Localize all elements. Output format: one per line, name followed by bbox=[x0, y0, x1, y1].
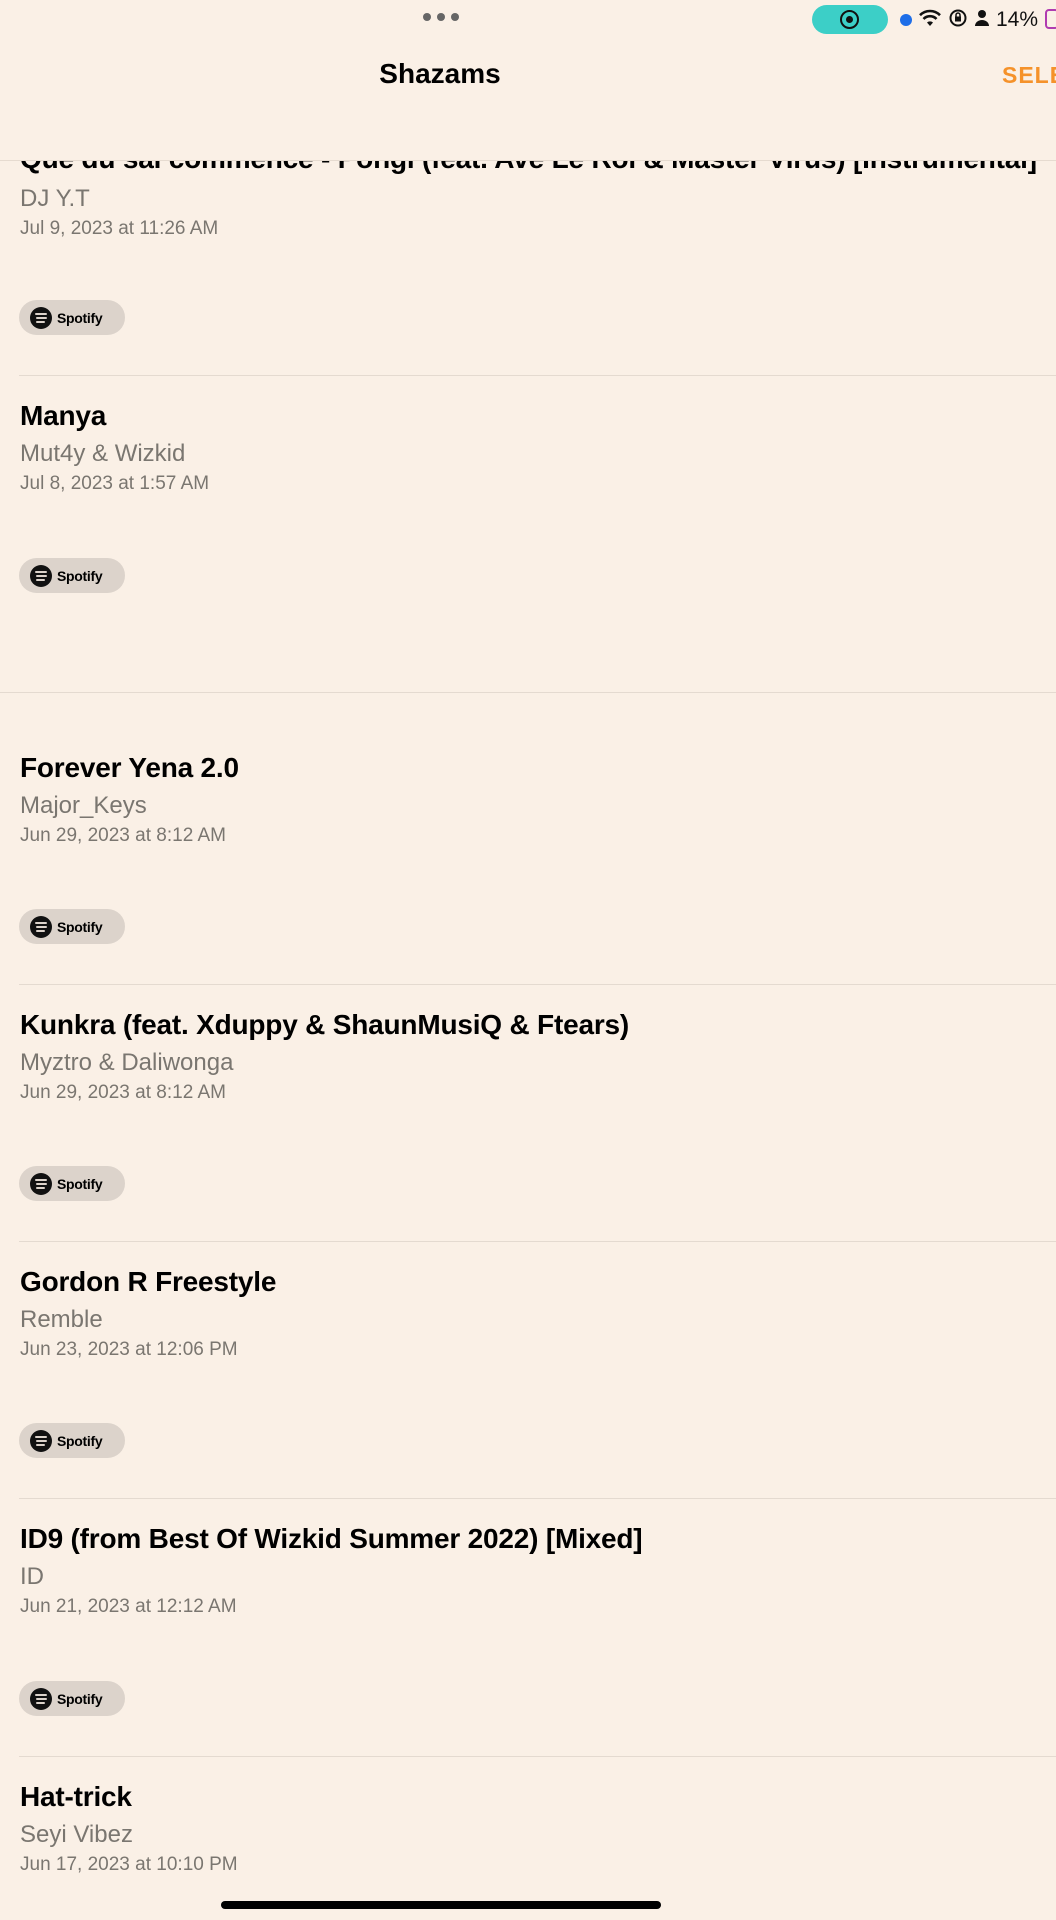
screen-recording-indicator[interactable] bbox=[812, 5, 888, 34]
spotify-button[interactable]: Spotify bbox=[19, 558, 125, 593]
song-artist: Mut4y & Wizkid bbox=[20, 440, 186, 467]
shazam-date: Jun 29, 2023 at 8:12 AM bbox=[20, 1082, 226, 1103]
divider bbox=[0, 692, 1056, 693]
spotify-icon bbox=[30, 306, 52, 329]
lock-rotation-icon bbox=[948, 8, 968, 33]
shazam-date: Jun 21, 2023 at 12:12 AM bbox=[20, 1596, 237, 1617]
wifi-icon bbox=[918, 8, 942, 33]
divider bbox=[19, 984, 1056, 985]
song-artist: ID bbox=[20, 1563, 44, 1590]
spotify-icon bbox=[30, 564, 52, 587]
divider bbox=[19, 1241, 1056, 1242]
battery-percent: 14% bbox=[996, 8, 1039, 31]
song-artist: Seyi Vibez bbox=[20, 1821, 133, 1848]
song-title: Gordon R Freestyle bbox=[20, 1266, 277, 1297]
shazam-date: Jul 9, 2023 at 11:26 AM bbox=[20, 218, 219, 239]
shazam-date: Jun 17, 2023 at 10:10 PM bbox=[20, 1854, 238, 1875]
spotify-button[interactable]: Spotify bbox=[19, 1166, 125, 1201]
song-title: Forever Yena 2.0 bbox=[20, 752, 239, 783]
shazam-date: Jul 8, 2023 at 1:57 AM bbox=[20, 473, 210, 494]
shazam-date: Jun 23, 2023 at 12:06 PM bbox=[20, 1339, 238, 1360]
divider bbox=[19, 1756, 1056, 1757]
song-artist: Myztro & Daliwonga bbox=[20, 1049, 234, 1076]
navigation-bar: Shazams SELE bbox=[0, 44, 1056, 161]
spotify-label: Spotify bbox=[57, 1175, 103, 1192]
spotify-label: Spotify bbox=[57, 1432, 103, 1449]
song-artist: DJ Y.T bbox=[20, 185, 90, 212]
spotify-label: Spotify bbox=[57, 309, 103, 326]
spotify-button[interactable]: Spotify bbox=[19, 1423, 125, 1458]
song-title: ID9 (from Best Of Wizkid Summer 2022) [M… bbox=[20, 1523, 643, 1554]
spotify-button[interactable]: Spotify bbox=[19, 909, 125, 944]
status-bar: 14% bbox=[0, 0, 1056, 44]
shazam-date: Jun 29, 2023 at 8:12 AM bbox=[20, 825, 226, 846]
home-indicator[interactable] bbox=[221, 1901, 661, 1909]
spotify-icon bbox=[30, 1687, 52, 1710]
spotify-icon bbox=[30, 1429, 52, 1452]
spotify-button[interactable]: Spotify bbox=[19, 300, 125, 335]
select-button[interactable]: SELE bbox=[1002, 62, 1056, 89]
location-dot-icon bbox=[900, 14, 912, 26]
multitasking-dots-icon[interactable] bbox=[423, 13, 459, 21]
spotify-label: Spotify bbox=[57, 1690, 103, 1707]
page-title: Shazams bbox=[379, 58, 501, 89]
song-title: Kunkra (feat. Xduppy & ShaunMusiQ & Ftea… bbox=[20, 1009, 630, 1040]
spotify-label: Spotify bbox=[57, 567, 103, 584]
song-title: Manya bbox=[20, 400, 107, 431]
battery-icon bbox=[1045, 9, 1056, 29]
divider bbox=[19, 375, 1056, 376]
divider bbox=[19, 1498, 1056, 1499]
song-title: Hat-trick bbox=[20, 1781, 132, 1812]
spotify-label: Spotify bbox=[57, 918, 103, 935]
record-icon bbox=[840, 10, 859, 29]
spotify-icon bbox=[30, 915, 52, 938]
spotify-button[interactable]: Spotify bbox=[19, 1681, 125, 1716]
spotify-icon bbox=[30, 1172, 52, 1195]
person-icon bbox=[974, 8, 990, 33]
song-artist: Remble bbox=[20, 1306, 103, 1333]
song-artist: Major_Keys bbox=[20, 792, 147, 819]
